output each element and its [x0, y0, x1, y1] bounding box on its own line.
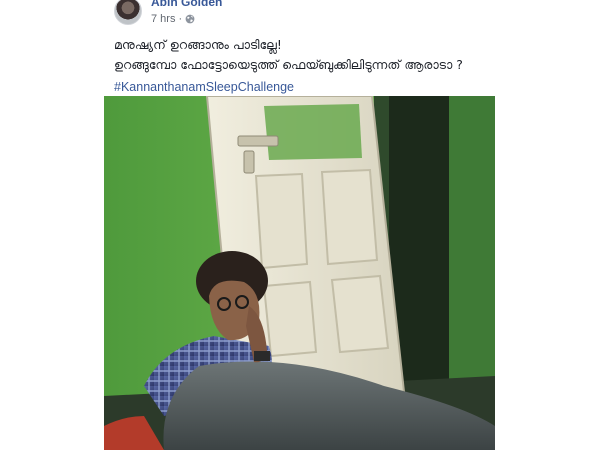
hashtag-link[interactable]: #KannanthanamSleepChallenge: [114, 77, 489, 97]
door-panel: [330, 274, 390, 354]
post-photo[interactable]: [104, 96, 495, 450]
wristwatch: [254, 351, 270, 361]
post-text: മനുഷ്യന് ഉറങ്ങാനും പാടില്ലേ! ഉറങ്ങുമ്പോ …: [114, 35, 489, 97]
post-text-line-2: ഉറങ്ങുമ്പോ ഫോട്ടോയെടുത്ത് ഫെയ്ബുക്കിലിടു…: [114, 57, 463, 72]
post-meta: 7 hrs ·: [151, 13, 195, 25]
door-panel: [254, 172, 309, 270]
door-glass-panel: [264, 104, 362, 160]
door-latch: [243, 150, 255, 174]
facebook-post: Abin Golden 7 hrs · മനുഷ്യന് ഉറങ്ങാനും പാ…: [104, 0, 495, 450]
globe-icon[interactable]: [185, 14, 195, 24]
author-avatar[interactable]: [114, 0, 142, 25]
author-name-link[interactable]: Abin Golden: [151, 0, 222, 9]
door-panel: [320, 168, 379, 266]
post-timestamp[interactable]: 7 hrs: [151, 13, 175, 25]
door-panel: [262, 280, 318, 358]
post-header: Abin Golden 7 hrs ·: [104, 0, 495, 28]
door-latch: [237, 135, 279, 147]
post-text-line-1: മനുഷ്യന് ഉറങ്ങാനും പാടില്ലേ!: [114, 37, 282, 52]
meta-separator: ·: [178, 13, 183, 26]
photo-illustration: [104, 96, 495, 450]
